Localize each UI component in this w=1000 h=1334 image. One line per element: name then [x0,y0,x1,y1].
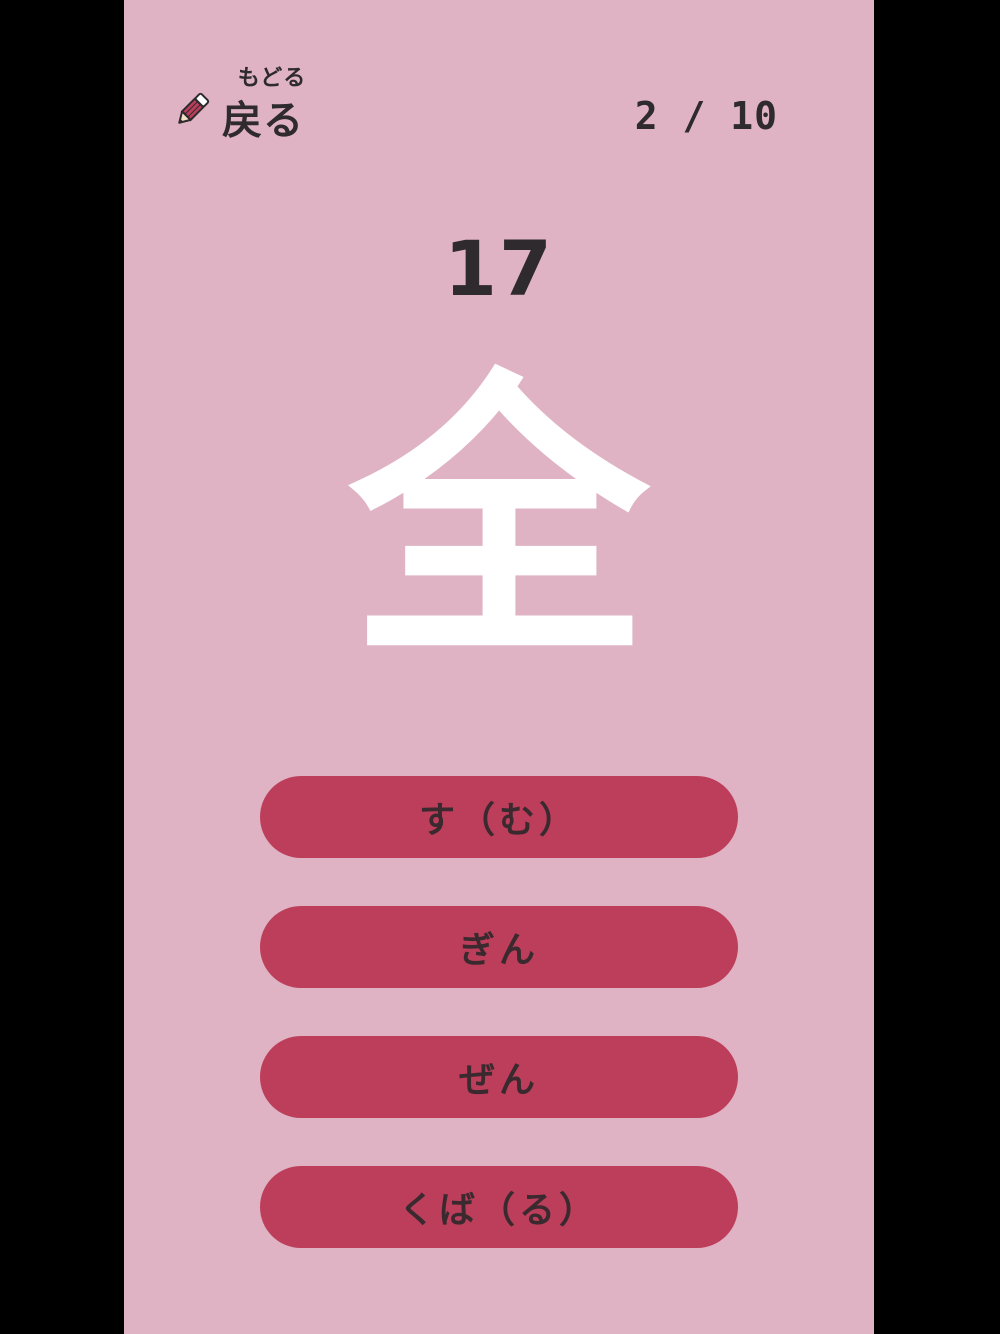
back-label: 戻る [222,98,304,144]
answer-label: ぜん [458,1060,539,1101]
quiz-screen: もどる 戻る 2 / 10 17 全 す（む） ぎん ぜん くば（る） [124,0,874,1334]
answer-button-2[interactable]: ぎん [260,906,738,988]
answer-label: くば（る） [398,1190,599,1231]
answer-label: ぎん [458,930,539,971]
answer-label: す（む） [418,800,579,841]
pencil-icon [172,90,212,130]
answer-button-4[interactable]: くば（る） [260,1166,738,1248]
progress-counter: 2 / 10 [634,94,778,138]
back-button[interactable]: もどる 戻る [172,58,322,144]
question-kanji: 全 [349,343,649,696]
answer-list: す（む） ぎん ぜん くば（る） [260,776,738,1296]
answer-button-3[interactable]: ぜん [260,1036,738,1118]
stroke-count: 17 [444,224,554,313]
answer-button-1[interactable]: す（む） [260,776,738,858]
